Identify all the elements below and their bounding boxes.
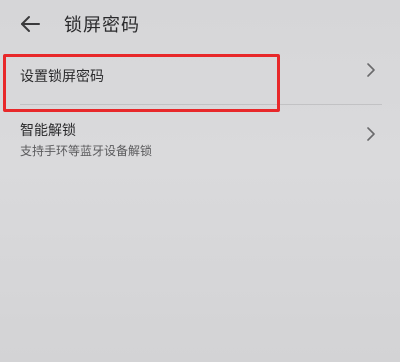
smart-unlock-item[interactable]: 智能解锁 支持手环等蓝牙设备解锁 <box>0 114 400 170</box>
chevron-right-icon <box>367 63 375 77</box>
arrow-left-icon <box>21 16 40 32</box>
header-bar: 锁屏密码 <box>0 0 400 46</box>
smart-unlock-label: 智能解锁 <box>20 123 76 139</box>
lock-screen-password-page: 锁屏密码 设置锁屏密码 智能解锁 支持手环等蓝牙设备解锁 <box>0 0 400 362</box>
smart-unlock-description: 支持手环等蓝牙设备解锁 <box>20 144 153 158</box>
back-button[interactable] <box>14 8 46 40</box>
highlight-annotation-box <box>3 54 280 112</box>
page-title: 锁屏密码 <box>64 15 140 36</box>
chevron-right-icon <box>367 127 375 141</box>
